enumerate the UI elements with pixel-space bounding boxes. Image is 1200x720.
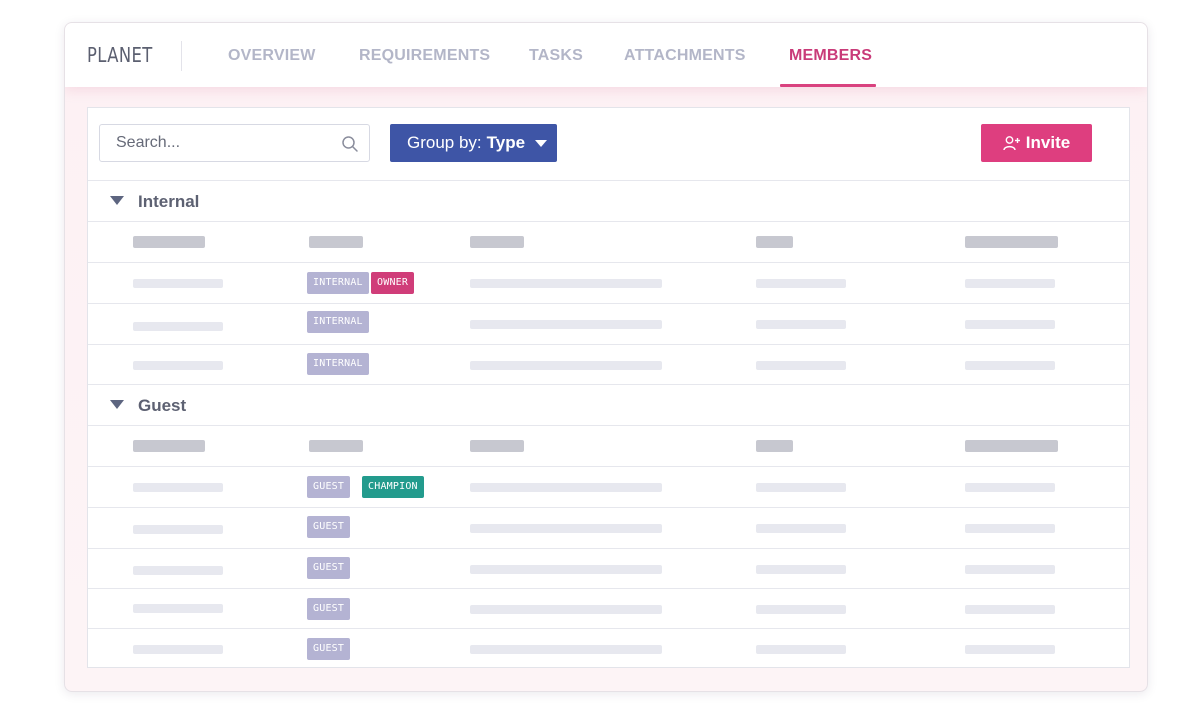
nav-divider (181, 41, 182, 71)
caret-down-icon (535, 139, 548, 147)
search-input[interactable] (100, 125, 346, 161)
column-header-placeholder (965, 236, 1058, 248)
email-placeholder (470, 645, 662, 654)
triangle-down-icon[interactable] (110, 400, 124, 409)
table-row[interactable]: GUEST (88, 507, 1129, 548)
table-header-row (88, 221, 1129, 262)
group-by-value: Type (486, 133, 526, 152)
column-header-placeholder (756, 440, 793, 452)
column-header-placeholder (470, 236, 524, 248)
type-badge: INTERNAL (307, 272, 369, 294)
tab-tasks[interactable]: TASKS (529, 47, 583, 65)
cell-placeholder (756, 524, 846, 533)
active-tab-indicator (780, 84, 876, 87)
table-row[interactable]: GUEST CHAMPION (88, 466, 1129, 507)
column-header-placeholder (965, 440, 1058, 452)
name-placeholder (133, 361, 223, 370)
group-title: Guest (138, 396, 187, 415)
name-placeholder (133, 483, 223, 492)
column-header-placeholder (756, 236, 793, 248)
invite-button[interactable]: Invite (981, 124, 1092, 162)
cell-placeholder (756, 320, 846, 329)
cell-placeholder (965, 645, 1055, 654)
email-placeholder (470, 565, 662, 574)
email-placeholder (470, 361, 662, 370)
cell-placeholder (965, 279, 1055, 288)
email-placeholder (470, 320, 662, 329)
tab-attachments[interactable]: ATTACHMENTS (624, 47, 746, 65)
cell-placeholder (965, 320, 1055, 329)
type-badge: GUEST (307, 638, 351, 660)
cell-placeholder (965, 483, 1055, 492)
cell-placeholder (965, 361, 1055, 370)
tab-members[interactable]: MEMBERS (789, 47, 872, 65)
name-placeholder (133, 566, 223, 575)
tab-overview[interactable]: OVERVIEW (228, 47, 316, 65)
type-badge: GUEST (307, 598, 351, 620)
group-title: Internal (138, 192, 200, 211)
table-row[interactable]: INTERNAL OWNER (88, 262, 1129, 303)
name-placeholder (133, 604, 223, 613)
table-row[interactable]: GUEST (88, 588, 1129, 629)
members-panel: Group by: Type Invite Internal (87, 107, 1130, 668)
cell-placeholder (756, 645, 846, 654)
table-row[interactable]: GUEST (88, 628, 1129, 668)
table-row[interactable]: GUEST (88, 548, 1129, 589)
column-header-placeholder (133, 236, 205, 248)
table-header-row (88, 425, 1129, 466)
triangle-down-icon[interactable] (110, 196, 124, 205)
email-placeholder (470, 605, 662, 614)
search-icon[interactable] (341, 135, 359, 153)
search-box[interactable] (99, 124, 370, 162)
group-header-internal[interactable]: Internal (88, 180, 1129, 221)
type-badge: INTERNAL (307, 353, 369, 375)
name-placeholder (133, 645, 223, 654)
user-plus-icon (1003, 136, 1020, 151)
tab-requirements[interactable]: REQUIREMENTS (359, 47, 490, 65)
top-nav: PLANET OVERVIEW REQUIREMENTS TASKS ATTAC… (65, 23, 1147, 87)
cell-placeholder (965, 524, 1055, 533)
column-header-placeholder (133, 440, 205, 452)
name-placeholder (133, 322, 223, 331)
role-badge: CHAMPION (362, 476, 424, 498)
cell-placeholder (756, 565, 846, 574)
type-badge: INTERNAL (307, 311, 369, 333)
column-header-placeholder (470, 440, 524, 452)
cell-placeholder (756, 361, 846, 370)
email-placeholder (470, 524, 662, 533)
app-window: PLANET OVERVIEW REQUIREMENTS TASKS ATTAC… (64, 22, 1148, 692)
column-header-placeholder (309, 440, 363, 452)
invite-label: Invite (1025, 133, 1071, 152)
app-logo: PLANET (87, 43, 153, 67)
email-placeholder (470, 279, 662, 288)
group-by-label: Group by: (407, 133, 482, 152)
column-header-placeholder (309, 236, 363, 248)
type-badge: GUEST (307, 516, 351, 538)
group-header-guest[interactable]: Guest (88, 384, 1129, 425)
table-row[interactable]: INTERNAL (88, 303, 1129, 344)
type-badge: GUEST (307, 476, 351, 498)
email-placeholder (470, 483, 662, 492)
name-placeholder (133, 279, 223, 288)
table-row[interactable]: INTERNAL (88, 344, 1129, 385)
group-by-dropdown[interactable]: Group by: Type (390, 124, 557, 162)
role-badge: OWNER (371, 272, 415, 294)
name-placeholder (133, 525, 223, 534)
cell-placeholder (756, 605, 846, 614)
cell-placeholder (965, 565, 1055, 574)
type-badge: GUEST (307, 557, 351, 579)
cell-placeholder (965, 605, 1055, 614)
cell-placeholder (756, 483, 846, 492)
cell-placeholder (756, 279, 846, 288)
